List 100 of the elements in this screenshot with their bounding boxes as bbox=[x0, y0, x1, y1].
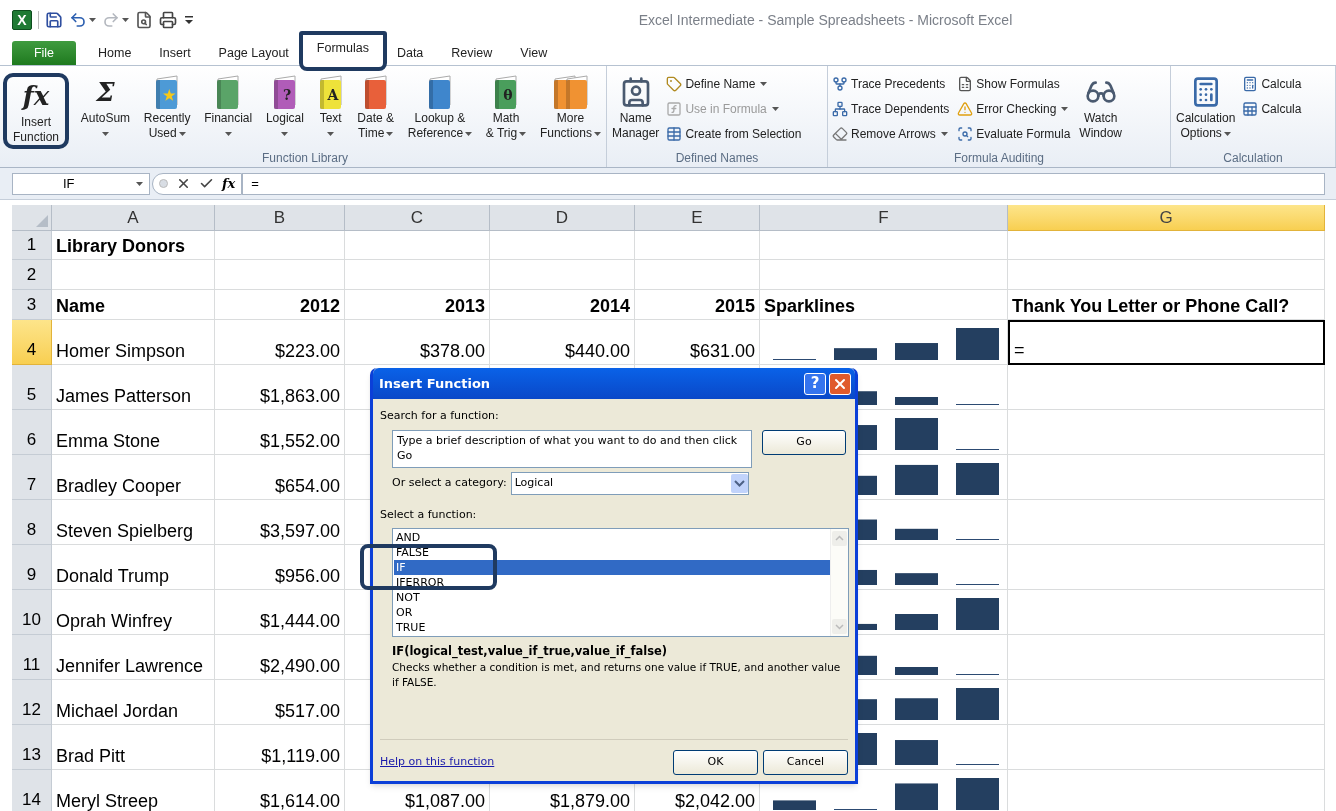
preview-button[interactable] bbox=[135, 9, 153, 31]
ribbon-button[interactable]: Define Name bbox=[665, 73, 803, 95]
ribbon-button[interactable]: A Text bbox=[315, 73, 346, 141]
symbol-icon: fx bbox=[22, 78, 50, 114]
book-icon: A bbox=[317, 74, 344, 110]
sheet-cell: Homer Simpson bbox=[52, 320, 215, 365]
group-label: Calculation bbox=[1222, 150, 1284, 167]
function-item[interactable]: FALSE bbox=[394, 545, 431, 560]
ribbon-tab[interactable]: View bbox=[506, 41, 562, 65]
ribbon-button[interactable]: ? Logical bbox=[263, 73, 306, 141]
ribbon-button[interactable]: More Functions bbox=[537, 73, 603, 141]
ribbon-button[interactable]: Trace Dependents bbox=[831, 98, 951, 120]
column-header[interactable]: F bbox=[760, 205, 1008, 231]
ribbon-button[interactable]: ★ Recently Used bbox=[141, 73, 193, 141]
row-header[interactable]: 1 bbox=[12, 231, 52, 260]
sheet-cell: $440.00 bbox=[490, 320, 635, 365]
customize-icon bbox=[185, 15, 193, 25]
warning-icon bbox=[957, 101, 974, 117]
help-link[interactable]: Help on this function bbox=[380, 754, 495, 771]
row-header[interactable]: 10 bbox=[12, 590, 52, 635]
row-header[interactable]: 7 bbox=[12, 455, 52, 500]
ribbon-button[interactable]: Show Formulas bbox=[956, 73, 1072, 95]
ribbon-button[interactable]: Lookup & Reference bbox=[405, 73, 475, 141]
formula-input[interactable]: = bbox=[242, 172, 1325, 195]
search-field[interactable]: Type a brief description of what you want to do and then click Go bbox=[392, 429, 752, 468]
ribbon-button[interactable]: Date & Time bbox=[355, 73, 397, 141]
sparkline-baseline bbox=[956, 764, 999, 765]
column-header[interactable]: E bbox=[635, 205, 760, 231]
ribbon-button[interactable]: Evaluate Formula bbox=[956, 123, 1072, 145]
row-header[interactable]: 9 bbox=[12, 545, 52, 590]
ribbon-button[interactable]: Watch Window bbox=[1077, 73, 1124, 141]
row-header[interactable]: 13 bbox=[12, 725, 52, 770]
ribbon-tab[interactable]: Formulas bbox=[298, 31, 387, 71]
tag-icon bbox=[666, 76, 683, 92]
ribbon-button[interactable]: Name Manager bbox=[610, 73, 662, 141]
sheet-cell: $3,597.00 bbox=[215, 500, 345, 545]
ribbon-tab[interactable]: Insert bbox=[145, 41, 205, 65]
row-header[interactable]: 3 bbox=[12, 290, 52, 320]
ribbon-button[interactable]: Trace Precedents bbox=[831, 73, 951, 95]
ribbon-button[interactable]: Financial bbox=[202, 73, 255, 141]
row-header[interactable]: 2 bbox=[12, 260, 52, 290]
ribbon-button[interactable]: Create from Selection bbox=[665, 123, 803, 145]
save-button[interactable] bbox=[45, 9, 63, 31]
dialog-button[interactable]: Cancel bbox=[763, 750, 848, 775]
dialog-button[interactable]: OK bbox=[673, 750, 758, 775]
sheet-cell: $2,490.00 bbox=[215, 635, 345, 680]
ribbon-button[interactable]: fx Insert Function bbox=[3, 73, 70, 149]
close-button[interactable] bbox=[829, 372, 851, 395]
insert-function-button[interactable]: fx bbox=[222, 173, 236, 194]
ribbon-tab[interactable]: Review bbox=[437, 41, 507, 65]
ribbon-button[interactable]: Calculation Options bbox=[1174, 73, 1238, 141]
column-header[interactable]: C bbox=[345, 205, 490, 231]
sparkline-bar bbox=[895, 464, 938, 495]
file-tab[interactable]: File bbox=[12, 41, 76, 65]
ribbon-button[interactable]: Calcula bbox=[1241, 73, 1303, 95]
search-label: Search for a function: bbox=[380, 408, 500, 424]
row-header[interactable]: 11 bbox=[12, 635, 52, 680]
caret-icon bbox=[1061, 107, 1069, 111]
row-header[interactable]: 12 bbox=[12, 680, 52, 725]
save-icon bbox=[45, 11, 63, 29]
sheet-cell: $1,614.00 bbox=[215, 770, 345, 811]
cancel-icon[interactable] bbox=[176, 176, 191, 191]
function-item[interactable]: AND bbox=[394, 530, 423, 545]
column-header[interactable]: B bbox=[215, 205, 345, 231]
ribbon-button[interactable]: Σ AutoSum bbox=[78, 73, 133, 141]
function-item[interactable]: NOT bbox=[394, 590, 422, 605]
row-header[interactable]: 8 bbox=[12, 500, 52, 545]
print-button[interactable] bbox=[159, 9, 177, 31]
splitter-handle[interactable] bbox=[159, 179, 168, 188]
ribbon-button[interactable]: Remove Arrows bbox=[831, 123, 951, 145]
row-header[interactable]: 5 bbox=[12, 365, 52, 410]
book-icon: θ bbox=[493, 74, 519, 110]
caret-icon bbox=[101, 131, 109, 136]
name-box[interactable]: IF bbox=[12, 172, 150, 195]
sheet-cell: Michael Jordan bbox=[52, 680, 215, 725]
caret-icon bbox=[1223, 131, 1231, 136]
category-select[interactable]: Logical bbox=[510, 471, 749, 495]
function-icon bbox=[666, 101, 683, 117]
row-header[interactable]: 4 bbox=[12, 320, 52, 365]
help-button[interactable]: ? bbox=[804, 372, 826, 395]
row-header[interactable]: 14 bbox=[12, 770, 52, 811]
function-item[interactable]: TRUE bbox=[394, 620, 428, 635]
ribbon-button[interactable]: Calcula bbox=[1241, 98, 1303, 120]
sheet-cell: $378.00 bbox=[345, 320, 490, 365]
function-item[interactable]: IFERROR bbox=[394, 575, 447, 590]
sparkline-baseline bbox=[956, 449, 999, 450]
column-header[interactable]: D bbox=[490, 205, 635, 231]
ribbon-button[interactable]: Error Checking bbox=[956, 98, 1072, 120]
ribbon-tab[interactable]: Home bbox=[84, 41, 146, 65]
go-button[interactable]: Go bbox=[762, 429, 846, 455]
dialog-title: Insert Function bbox=[379, 374, 491, 393]
function-item[interactable]: IF bbox=[394, 560, 830, 575]
scrollbar[interactable] bbox=[830, 529, 848, 636]
function-item[interactable]: OR bbox=[394, 605, 415, 620]
row-header[interactable]: 6 bbox=[12, 410, 52, 455]
caret-icon bbox=[89, 18, 96, 22]
column-header[interactable]: G bbox=[1008, 205, 1325, 231]
caret-icon bbox=[771, 107, 779, 111]
column-header[interactable]: A bbox=[52, 205, 215, 231]
ribbon-button[interactable]: θ Math & Trig bbox=[483, 73, 529, 141]
